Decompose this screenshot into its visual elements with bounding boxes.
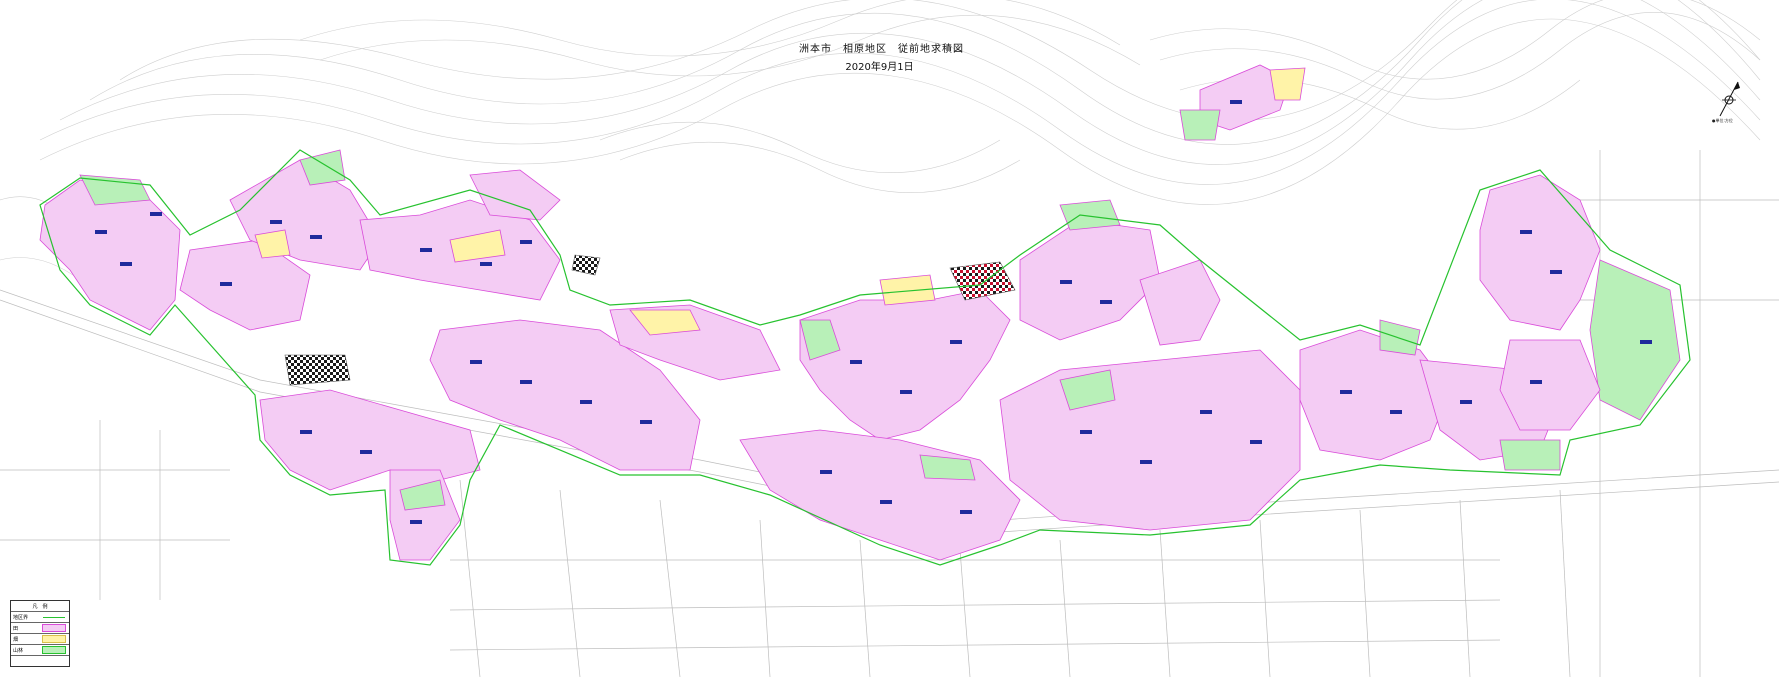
legend-row-field: 畑 bbox=[11, 633, 69, 644]
map-date: 2020年9月1日 bbox=[845, 62, 914, 73]
legend-swatch-none bbox=[41, 657, 67, 665]
legend-header: 凡 例 bbox=[32, 603, 48, 610]
legend-label: 山林 bbox=[13, 647, 24, 654]
parcel-area-5a bbox=[1479, 174, 1601, 331]
parcel-area-3a bbox=[799, 289, 1011, 441]
legend: 凡 例 地区界 田 畑 山林 bbox=[10, 600, 70, 667]
forest-area-3c bbox=[1059, 199, 1121, 231]
map-title: 洲本市 相原地区 従前地求積図 bbox=[799, 44, 964, 55]
legend-swatch-yellow bbox=[41, 635, 67, 643]
north-label: ●単位:方位 bbox=[1712, 118, 1733, 123]
legend-label: 地区界 bbox=[13, 614, 29, 621]
forest-area-4b bbox=[1379, 319, 1421, 356]
legend-row-empty bbox=[11, 655, 69, 666]
parcel-area-4b bbox=[1299, 329, 1451, 461]
legend-swatch-green-line bbox=[41, 613, 67, 621]
legend-swatch-green bbox=[41, 646, 67, 654]
legend-row-paddy: 田 bbox=[11, 622, 69, 633]
legend-row-forest: 山林 bbox=[11, 644, 69, 655]
checkered-area-2 bbox=[571, 254, 601, 276]
legend-label: 田 bbox=[13, 625, 19, 632]
forest-area-5a bbox=[1589, 259, 1681, 421]
legend-row-boundary: 地区界 bbox=[11, 611, 69, 622]
parcel-areas bbox=[39, 64, 1681, 561]
parcel-area-3c bbox=[1019, 219, 1161, 341]
parcel-area-3b bbox=[739, 429, 1021, 561]
forest-area-5b bbox=[1499, 439, 1561, 471]
checkered-area-1 bbox=[284, 354, 351, 386]
parcel-area-2d bbox=[259, 389, 481, 491]
map-canvas bbox=[0, 0, 1779, 677]
forest-area-top bbox=[1179, 109, 1221, 141]
legend-swatch-pink bbox=[41, 624, 67, 632]
parcel-area-5b bbox=[1499, 339, 1601, 431]
legend-label: 畑 bbox=[13, 636, 19, 643]
